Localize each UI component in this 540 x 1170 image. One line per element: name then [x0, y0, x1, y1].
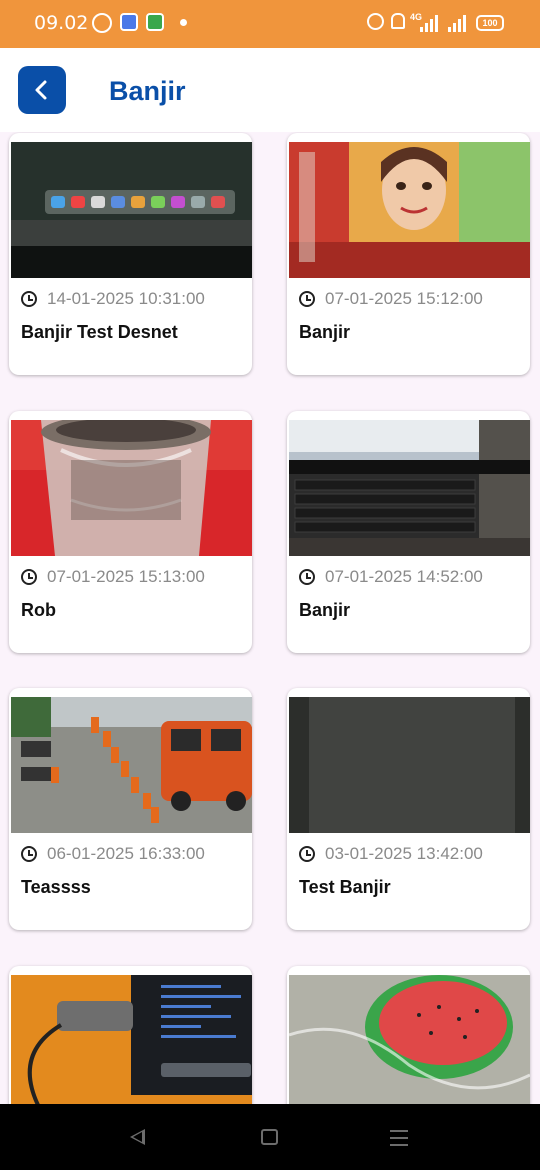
report-card[interactable] — [287, 966, 530, 1104]
report-meta: 14-01-2025 10:31:00 — [21, 289, 205, 309]
status-time: 09.02 — [34, 12, 89, 34]
status-bar: 09.02 4G 100 — [0, 0, 540, 48]
report-thumbnail — [11, 975, 252, 1104]
team-outdoor-image — [11, 697, 252, 833]
page-title: Banjir — [109, 76, 186, 106]
report-card[interactable]: 07-01-2025 15:13:00 Rob — [9, 411, 252, 653]
report-title: Banjir — [299, 322, 351, 342]
report-card[interactable]: 14-01-2025 10:31:00 Banjir Test Desnet — [9, 133, 252, 375]
report-card[interactable]: 03-01-2025 13:42:00 Test Banjir — [287, 688, 530, 930]
report-card[interactable]: 06-01-2025 16:33:00 Teassss — [9, 688, 252, 930]
battery-icon: 100 — [476, 15, 504, 31]
report-title: Test Banjir — [299, 877, 391, 897]
system-nav-bar — [0, 1104, 540, 1170]
clock-icon — [299, 569, 315, 585]
report-date: 07-01-2025 15:12:00 — [325, 289, 483, 308]
report-meta: 07-01-2025 14:52:00 — [299, 567, 483, 587]
report-thumbnail — [289, 975, 530, 1104]
laptop-keyboard-image — [289, 420, 530, 556]
report-meta: 07-01-2025 15:13:00 — [21, 567, 205, 587]
report-date: 07-01-2025 15:13:00 — [47, 567, 205, 586]
chevron-left-icon — [35, 80, 47, 100]
report-meta: 07-01-2025 15:12:00 — [299, 289, 483, 309]
nav-home-icon[interactable] — [261, 1129, 278, 1145]
report-title: Banjir Test Desnet — [21, 322, 178, 342]
clock-icon — [21, 846, 37, 862]
report-grid: 14-01-2025 10:31:00 Banjir Test Desnet 0… — [0, 132, 540, 1104]
dark-surface-image — [289, 697, 530, 833]
laptop-dock-image — [11, 142, 252, 278]
mute-icon — [391, 13, 405, 29]
report-card[interactable]: 07-01-2025 15:12:00 Banjir — [287, 133, 530, 375]
laptop-cable-image — [11, 975, 252, 1104]
nav-back-icon[interactable] — [130, 1129, 145, 1145]
report-title: Teassss — [21, 877, 91, 897]
app-header: Banjir — [0, 48, 540, 132]
nav-recents-icon[interactable] — [390, 1130, 408, 1146]
report-date: 14-01-2025 10:31:00 — [47, 289, 205, 308]
watermelon-bag-image — [289, 975, 530, 1104]
report-date: 07-01-2025 14:52:00 — [325, 567, 483, 586]
clock-icon — [299, 846, 315, 862]
back-button[interactable] — [18, 66, 66, 114]
report-meta: 03-01-2025 13:42:00 — [299, 844, 483, 864]
more-notifications-dot-icon — [180, 19, 187, 26]
report-thumbnail — [289, 142, 530, 278]
alarm-icon — [367, 13, 384, 30]
report-title: Rob — [21, 600, 56, 620]
report-title: Banjir — [299, 600, 351, 620]
notification-app-icon — [120, 13, 138, 31]
signal-icon — [448, 14, 466, 32]
clock-icon — [299, 291, 315, 307]
report-thumbnail — [11, 142, 252, 278]
whatsapp-icon — [92, 13, 112, 33]
report-card[interactable]: 07-01-2025 14:52:00 Banjir — [287, 411, 530, 653]
report-date: 06-01-2025 16:33:00 — [47, 844, 205, 863]
report-thumbnail — [11, 697, 252, 833]
poster-image — [289, 142, 530, 278]
report-date: 03-01-2025 13:42:00 — [325, 844, 483, 863]
report-thumbnail — [289, 697, 530, 833]
report-thumbnail — [289, 420, 530, 556]
notification-app-icon — [146, 13, 164, 31]
signal-icon — [420, 14, 438, 32]
report-meta: 06-01-2025 16:33:00 — [21, 844, 205, 864]
plastic-cup-image — [11, 420, 252, 556]
report-thumbnail — [11, 420, 252, 556]
report-card[interactable] — [9, 966, 252, 1104]
clock-icon — [21, 291, 37, 307]
clock-icon — [21, 569, 37, 585]
